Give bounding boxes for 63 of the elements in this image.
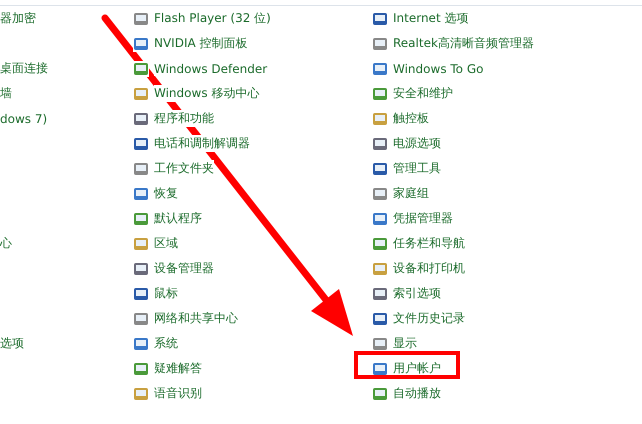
app-icon [372, 136, 388, 152]
app-icon [372, 86, 388, 102]
app-icon [133, 386, 149, 402]
app-icon [133, 260, 149, 276]
control-panel-link[interactable]: 任务栏和导航 [393, 235, 465, 252]
app-icon [372, 160, 388, 176]
control-panel-link[interactable]: dows 7) [0, 112, 48, 126]
control-panel-link[interactable]: 程序和功能 [154, 110, 214, 127]
control-panel-link[interactable]: 索引选项 [393, 285, 441, 302]
app-icon [133, 60, 149, 76]
app-icon [372, 310, 388, 326]
app-icon [372, 10, 388, 26]
control-panel-link[interactable]: 家庭组 [393, 185, 429, 202]
control-panel-link[interactable]: 语音识别 [154, 385, 202, 402]
app-icon [133, 186, 149, 202]
app-icon [372, 286, 388, 302]
control-panel-link[interactable]: Windows Defender [154, 62, 268, 76]
app-icon [372, 336, 388, 352]
app-icon [133, 210, 149, 226]
app-icon [372, 386, 388, 402]
app-icon [133, 336, 149, 352]
control-panel-link[interactable]: NVIDIA 控制面板 [154, 35, 248, 52]
control-panel-link[interactable]: 凭据管理器 [393, 210, 453, 227]
app-icon [133, 86, 149, 102]
app-icon [372, 260, 388, 276]
control-panel-link[interactable]: 电话和调制解调器 [154, 135, 250, 152]
app-icon [133, 10, 149, 26]
app-icon [372, 60, 388, 76]
control-panel-link[interactable]: 默认程序 [154, 210, 202, 227]
app-icon [372, 360, 388, 376]
control-panel-link[interactable]: 选项 [0, 335, 24, 352]
control-panel-link[interactable]: 显示 [393, 335, 417, 352]
control-panel-link[interactable]: 设备和打印机 [393, 260, 465, 277]
control-panel-link[interactable]: 文件历史记录 [393, 310, 465, 327]
control-panel-link[interactable]: 疑难解答 [154, 360, 202, 377]
control-panel-link[interactable]: Windows 移动中心 [154, 85, 260, 102]
app-icon [372, 110, 388, 126]
app-icon [133, 360, 149, 376]
app-icon [372, 186, 388, 202]
control-panel-link[interactable]: 工作文件夹 [154, 160, 214, 177]
control-panel-link[interactable]: Realtek高清晰音频管理器 [393, 35, 534, 52]
app-icon [133, 110, 149, 126]
app-icon [133, 36, 149, 52]
app-icon [372, 210, 388, 226]
control-panel-link[interactable]: 桌面连接 [0, 60, 48, 77]
control-panel-link[interactable]: Flash Player (32 位) [154, 10, 271, 27]
control-panel-link[interactable]: 网络和共享中心 [154, 310, 238, 327]
app-icon [372, 36, 388, 52]
app-icon [133, 236, 149, 252]
app-icon [133, 286, 149, 302]
control-panel-link[interactable]: 自动播放 [393, 385, 441, 402]
control-panel-link[interactable]: 管理工具 [393, 160, 441, 177]
control-panel-link[interactable]: 电源选项 [393, 135, 441, 152]
app-icon [133, 310, 149, 326]
control-panel-link[interactable]: Internet 选项 [393, 10, 468, 27]
control-panel-link[interactable]: 鼠标 [154, 285, 178, 302]
app-icon [133, 160, 149, 176]
control-panel-link[interactable]: Windows To Go [393, 62, 484, 76]
control-panel-link[interactable]: 安全和维护 [393, 85, 453, 102]
app-icon [133, 136, 149, 152]
control-panel-link[interactable]: 恢复 [154, 185, 178, 202]
control-panel-link[interactable]: 触控板 [393, 110, 429, 127]
app-icon [372, 236, 388, 252]
